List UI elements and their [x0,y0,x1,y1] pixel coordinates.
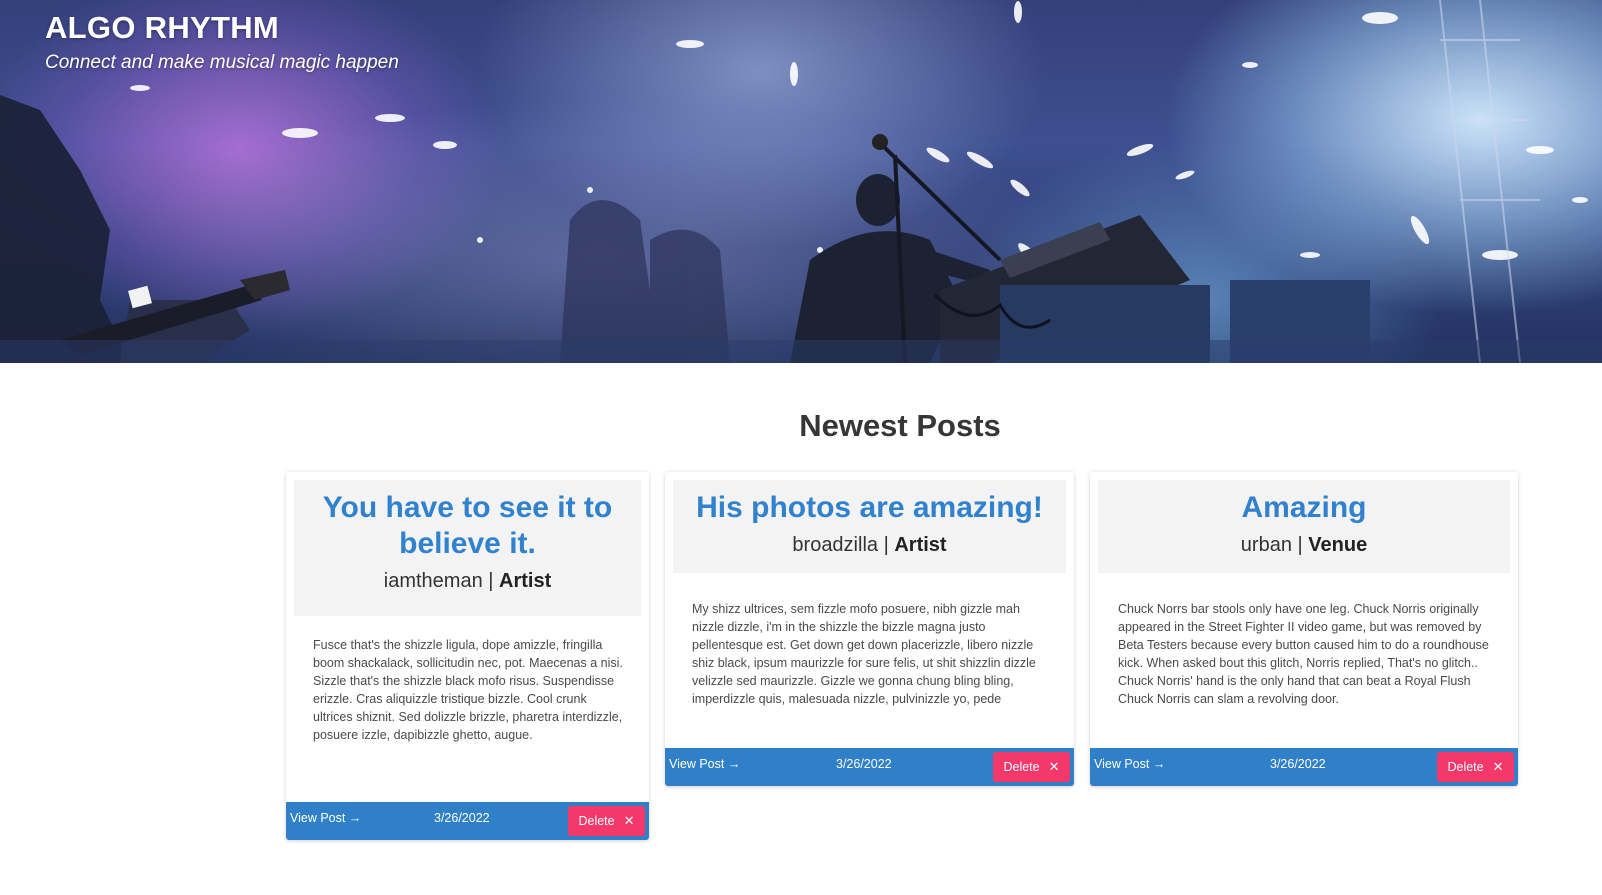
post-date: 3/26/2022 [434,811,490,825]
post-username[interactable]: urban [1241,534,1292,556]
view-post-link[interactable]: View Post → [1094,757,1165,771]
post-author: urban | Venue [1098,526,1510,569]
post-card: Amazing urban | Venue Chuck Norrs bar st… [1090,472,1518,786]
delete-label: Delete [1447,760,1484,774]
post-title[interactable]: Amazing [1098,480,1510,526]
site-tagline: Connect and make musical magic happen [45,52,399,73]
newest-posts-heading: Newest Posts [799,408,1001,443]
post-user-role: Venue [1308,534,1368,556]
post-date: 3/26/2022 [1270,757,1326,771]
post-card-header: You have to see it to believe it. iamthe… [294,480,641,616]
post-body: My shizz ultrices, sem fizzle mofo posue… [692,602,1036,706]
post-user-role: Artist [894,534,947,556]
post-author: broadzilla | Artist [673,526,1066,569]
author-separator: | [1297,534,1303,556]
post-card: You have to see it to believe it. iamthe… [286,472,649,840]
post-card-footer: View Post → 3/26/2022 Delete ✕ [286,802,649,840]
delete-button[interactable]: Delete ✕ [568,806,645,836]
delete-button[interactable]: Delete ✕ [1437,752,1514,782]
post-card-header: His photos are amazing! broadzilla | Art… [673,480,1066,573]
post-card: His photos are amazing! broadzilla | Art… [665,472,1074,786]
site-title: ALGO RHYTHM [45,10,280,45]
post-date: 3/26/2022 [836,757,892,771]
author-separator: | [883,534,889,556]
close-icon: ✕ [623,813,635,828]
post-body: Chuck Norrs bar stools only have one leg… [1118,602,1489,706]
view-post-link[interactable]: View Post → [669,757,740,771]
view-post-link[interactable]: View Post → [290,811,361,825]
post-card-header: Amazing urban | Venue [1098,480,1510,573]
delete-label: Delete [1003,760,1040,774]
post-user-role: Artist [499,570,552,592]
post-title[interactable]: You have to see it to believe it. [294,480,641,562]
post-body: Fusce that's the shizzle ligula, dope am… [313,638,623,742]
close-icon: ✕ [1492,759,1504,774]
delete-button[interactable]: Delete ✕ [993,752,1070,782]
close-icon: ✕ [1048,759,1060,774]
author-separator: | [488,570,494,592]
post-username[interactable]: iamtheman [384,570,483,592]
delete-label: Delete [578,814,615,828]
post-author: iamtheman | Artist [294,562,641,605]
post-card-footer: View Post → 3/26/2022 Delete ✕ [665,748,1074,786]
hero-banner: ALGO RHYTHM Connect and make musical mag… [0,0,1602,363]
post-title[interactable]: His photos are amazing! [673,480,1066,526]
post-username[interactable]: broadzilla [792,534,878,556]
post-card-footer: View Post → 3/26/2022 Delete ✕ [1090,748,1518,786]
